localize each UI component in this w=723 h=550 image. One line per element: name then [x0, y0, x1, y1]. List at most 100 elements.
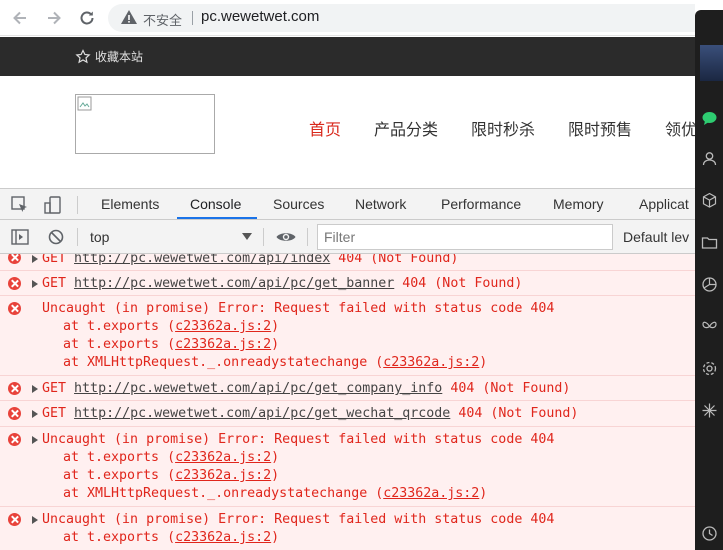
- security-label[interactable]: 不安全: [143, 10, 182, 29]
- stack-source-link[interactable]: c23362a.js:2: [175, 530, 271, 545]
- stack-frame: at t.exports (c23362a.js:2): [63, 318, 279, 336]
- message-text[interactable]: Uncaught (in promise) Error: Request fai…: [42, 511, 554, 529]
- site-logo[interactable]: [75, 94, 215, 154]
- console-message: GET http://pc.wewetwet.com/api/pc/get_co…: [0, 375, 695, 400]
- context-select[interactable]: top: [84, 225, 256, 249]
- tab-network[interactable]: Network: [355, 196, 406, 212]
- tab-elements[interactable]: Elements: [101, 196, 159, 212]
- folder-icon[interactable]: [701, 234, 718, 251]
- stack-frame: at XMLHttpRequest._.onreadystatechange (…: [63, 354, 487, 372]
- stack-end: ): [271, 319, 280, 334]
- stack-source-link[interactable]: c23362a.js:2: [383, 355, 479, 370]
- request-url[interactable]: http://pc.wewetwet.com/api/pc/get_wechat…: [74, 406, 450, 421]
- aperture-icon[interactable]: [701, 276, 718, 293]
- log-levels-dropdown[interactable]: Default lev: [623, 229, 689, 245]
- message-text[interactable]: Uncaught (in promise) Error: Request fai…: [42, 431, 554, 449]
- sparkle-icon[interactable]: [701, 402, 718, 419]
- filter-input[interactable]: [318, 225, 612, 249]
- clear-console-icon[interactable]: [46, 227, 66, 247]
- nav-home[interactable]: 首页: [309, 116, 341, 140]
- request-status: 404 (Not Found): [402, 276, 523, 291]
- inspect-element-icon[interactable]: [10, 195, 30, 215]
- stack-fn: at t.exports (: [63, 530, 176, 545]
- message-text[interactable]: GET http://pc.wewetwet.com/api/pc/get_co…: [42, 380, 570, 398]
- broken-image-icon: [77, 96, 92, 111]
- arrow-left-icon: [13, 11, 26, 25]
- expand-triangle-icon[interactable]: [32, 385, 38, 393]
- back-button[interactable]: [8, 6, 32, 30]
- toolbar-divider: [263, 228, 264, 246]
- error-icon: [8, 433, 21, 446]
- eye-icon[interactable]: [275, 227, 297, 247]
- device-toolbar-icon[interactable]: [43, 195, 63, 215]
- stack-end: ): [271, 468, 280, 483]
- request-status: 404 (Not Found): [458, 406, 579, 421]
- stack-frame: at t.exports (c23362a.js:2): [63, 336, 279, 354]
- arrow-right-icon: [48, 11, 61, 25]
- stack-source-link[interactable]: c23362a.js:2: [175, 337, 271, 352]
- error-icon: [8, 513, 21, 526]
- console-message: Uncaught (in promise) Error: Request fai…: [0, 426, 695, 506]
- request-method: GET: [42, 406, 67, 421]
- sidebar-toggle-icon[interactable]: [10, 227, 30, 247]
- url-text[interactable]: pc.wewetwet.com: [201, 8, 319, 25]
- expand-triangle-icon[interactable]: [32, 410, 38, 418]
- stack-fn: at t.exports (: [63, 337, 176, 352]
- expand-triangle-icon[interactable]: [32, 255, 38, 263]
- stack-source-link[interactable]: c23362a.js:2: [383, 486, 479, 501]
- nav-categories[interactable]: 产品分类: [374, 116, 438, 140]
- error-icon: [8, 382, 21, 395]
- message-text[interactable]: GET http://pc.wewetwet.com/api/pc/get_we…: [42, 405, 578, 423]
- clock-icon[interactable]: [701, 525, 718, 542]
- console-message: GET http://pc.wewetwet.com/api/pc/get_ba…: [0, 270, 695, 295]
- warning-icon[interactable]: [120, 8, 138, 26]
- stack-source-link[interactable]: c23362a.js:2: [175, 468, 271, 483]
- chat-icon[interactable]: [701, 110, 718, 127]
- nav-presale[interactable]: 限时预售: [568, 116, 632, 140]
- request-url[interactable]: http://pc.wewetwet.com/api/pc/get_compan…: [74, 381, 442, 396]
- forward-button[interactable]: [42, 6, 66, 30]
- message-text[interactable]: GET http://pc.wewetwet.com/api/pc/get_ba…: [42, 275, 522, 293]
- nav-coupons[interactable]: 领优: [665, 116, 697, 140]
- request-url[interactable]: http://pc.wewetwet.com/api/pc/get_banner: [74, 276, 394, 291]
- request-url[interactable]: http://pc.wewetwet.com/api/index: [74, 254, 330, 266]
- omnibox[interactable]: [108, 4, 695, 32]
- butterfly-icon[interactable]: [701, 318, 718, 335]
- tab-console[interactable]: Console: [190, 196, 241, 212]
- filter-field[interactable]: [317, 224, 613, 250]
- request-method: GET: [42, 381, 67, 396]
- stack-fn: at t.exports (: [63, 450, 176, 465]
- expand-triangle-icon[interactable]: [32, 516, 38, 524]
- tab-sources[interactable]: Sources: [273, 196, 324, 212]
- nav-flash-sale[interactable]: 限时秒杀: [471, 116, 535, 140]
- request-status: 404 (Not Found): [338, 254, 459, 266]
- console-message: Uncaught (in promise) Error: Request fai…: [0, 295, 695, 375]
- stack-frame: at t.exports (c23362a.js:2): [63, 467, 279, 485]
- favorite-label: 收藏本站: [95, 50, 144, 64]
- expand-triangle-icon[interactable]: [32, 280, 38, 288]
- error-icon: [8, 254, 21, 264]
- tab-memory[interactable]: Memory: [553, 196, 604, 212]
- stack-source-link[interactable]: c23362a.js:2: [175, 450, 271, 465]
- thumbnail-image[interactable]: [700, 45, 723, 81]
- expand-triangle-icon[interactable]: [32, 436, 38, 444]
- settings-icon[interactable]: [701, 360, 718, 377]
- reload-icon: [80, 11, 94, 25]
- tab-application[interactable]: Applicat: [639, 196, 689, 212]
- reload-button[interactable]: [75, 6, 99, 30]
- stack-end: ): [479, 486, 488, 501]
- context-value: top: [90, 229, 110, 245]
- stack-source-link[interactable]: c23362a.js:2: [175, 319, 271, 334]
- tab-performance[interactable]: Performance: [441, 196, 521, 212]
- favorite-link[interactable]: 收藏本站: [75, 48, 143, 65]
- message-text[interactable]: GET http://pc.wewetwet.com/api/index 404…: [42, 254, 458, 268]
- error-icon: [8, 302, 21, 315]
- user-icon[interactable]: [701, 150, 718, 167]
- stack-fn: at XMLHttpRequest._.onreadystatechange (: [63, 355, 384, 370]
- devtools-tabbar: Elements Console Sources Network Perform…: [0, 188, 695, 220]
- active-tab-indicator: [177, 217, 257, 219]
- request-method: GET: [42, 276, 67, 291]
- cube-icon[interactable]: [701, 192, 718, 209]
- request-status: 404 (Not Found): [450, 381, 571, 396]
- message-text[interactable]: Uncaught (in promise) Error: Request fai…: [42, 300, 554, 318]
